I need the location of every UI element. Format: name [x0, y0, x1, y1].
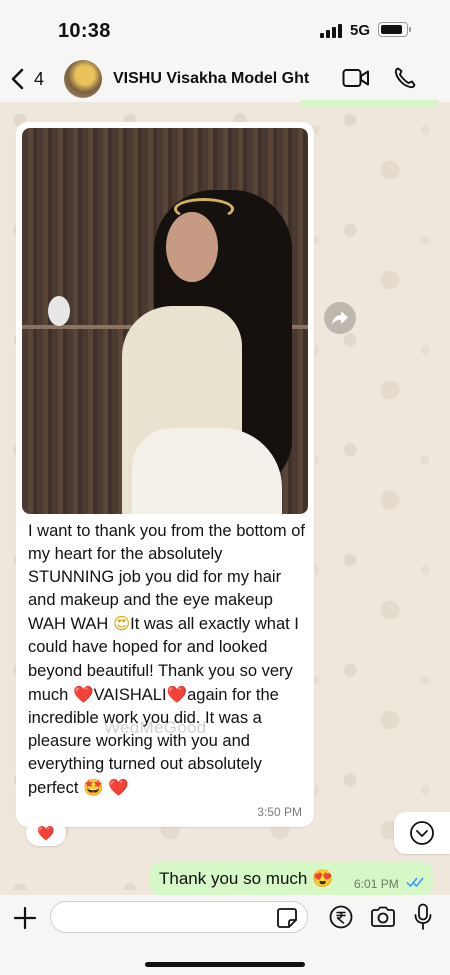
status-bar: 10:38 5G	[0, 0, 450, 56]
contact-name[interactable]: VISHU Visakha Model Ght	[113, 70, 331, 88]
incoming-message-bubble[interactable]: I want to thank you from the bottom of m…	[16, 122, 314, 827]
red-heart-emoji: ❤️	[72, 684, 94, 704]
outgoing-timestamp: 6:01 PM	[354, 877, 399, 891]
payment-rupee-icon[interactable]	[329, 905, 353, 929]
microphone-icon[interactable]	[414, 903, 432, 931]
watermark: WedMeGood	[104, 718, 207, 737]
reaction-badge[interactable]: ❤️	[26, 820, 66, 846]
outgoing-message-text: Thank you so much 😍	[159, 869, 334, 888]
scroll-to-bottom-button[interactable]	[394, 812, 450, 854]
heart-eyes-emoji: 😍	[112, 614, 131, 634]
outgoing-message-bubble[interactable]: Thank you so much 😍 6:01 PM	[150, 862, 433, 896]
phone-call-icon[interactable]	[393, 66, 417, 90]
red-heart-emoji: ❤️	[37, 826, 55, 842]
sticker-icon[interactable]	[276, 907, 298, 929]
status-time: 10:38	[58, 20, 111, 42]
message-photo[interactable]	[22, 128, 308, 514]
chevron-down-circle-icon	[410, 821, 434, 845]
chevron-left-icon	[11, 68, 24, 90]
plus-icon[interactable]	[12, 905, 38, 931]
signal-icon	[320, 24, 342, 38]
headpiece	[174, 198, 234, 220]
camera-icon[interactable]	[370, 906, 396, 928]
chat-header: 4 VISHU Visakha Model Ght	[0, 56, 450, 102]
message-timestamp: 3:50 PM	[257, 805, 302, 819]
forward-button[interactable]	[324, 302, 356, 334]
wall-lamp	[48, 296, 70, 326]
home-indicator	[145, 962, 305, 967]
red-heart-emoji: ❤️	[166, 684, 188, 704]
unread-count: 4	[34, 68, 45, 89]
video-call-icon[interactable]	[342, 67, 370, 89]
red-heart-emoji: ❤️	[108, 778, 129, 798]
message-text: I want to thank you from the bottom of m…	[28, 520, 312, 800]
back-button[interactable]: 4	[10, 64, 44, 94]
battery-icon	[378, 22, 411, 37]
network-label: 5G	[350, 22, 371, 39]
previous-outgoing-bubble-edge	[300, 100, 438, 108]
message-input[interactable]	[50, 901, 308, 933]
forward-arrow-icon	[332, 311, 348, 325]
star-struck-emoji: 🤩	[83, 778, 104, 798]
contact-avatar[interactable]	[64, 60, 102, 98]
read-receipt-icon	[406, 877, 424, 888]
